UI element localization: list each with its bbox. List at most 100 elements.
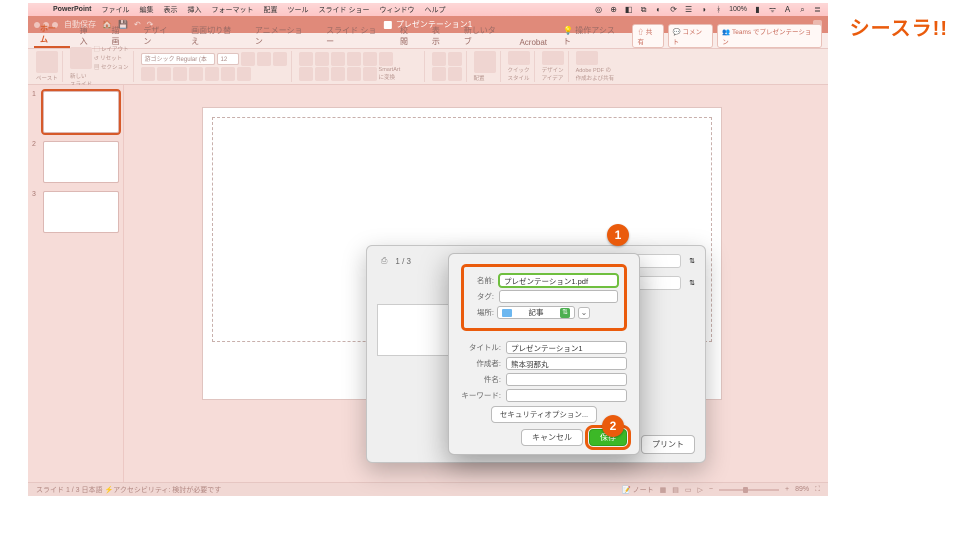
fit-icon[interactable]: ⛶ [815, 486, 820, 494]
layout-btn[interactable]: ▢ レイアウト [94, 45, 129, 53]
tab-transitions[interactable]: 画面切り替え [185, 23, 245, 48]
thumbnail-1[interactable] [43, 91, 119, 133]
adobe-label: Adobe PDF の 作成および共有 [576, 66, 615, 82]
menu-window[interactable]: ウィンドウ [379, 5, 414, 15]
location-label: 場所: [470, 307, 494, 318]
shape-icon[interactable] [432, 67, 446, 81]
indent-dec-icon[interactable] [331, 52, 345, 66]
menu-format[interactable]: フォーマット [212, 5, 254, 15]
home-icon[interactable]: 🏠 [102, 20, 112, 29]
preset-updown-icon[interactable]: ⇅ [689, 279, 695, 287]
menu-tools[interactable]: ツール [288, 5, 309, 15]
menu-arrange[interactable]: 配置 [264, 5, 278, 15]
ime-icon[interactable]: A [783, 5, 792, 14]
slide-canvas[interactable]: ⎙ 1 / 3 ...G30 series ⇅ ...NE ⇅ キャンセル プリ… [124, 85, 828, 482]
align-c-icon[interactable] [315, 67, 329, 81]
sheet-print-button[interactable]: プリント [641, 435, 695, 454]
redo-icon[interactable]: ↷ [147, 20, 154, 29]
align-r-icon[interactable] [331, 67, 345, 81]
section-btn[interactable]: ▤ セクション [94, 63, 129, 71]
font-color-icon[interactable] [237, 67, 251, 81]
save-icon[interactable]: 💾 [118, 20, 128, 29]
tab-slideshow[interactable]: スライド ショー [320, 23, 390, 48]
keywords-input[interactable] [506, 389, 627, 402]
share-button[interactable]: ⇧ 共有 [632, 24, 663, 48]
shadow-icon[interactable] [205, 67, 219, 81]
expand-button[interactable]: ⌄ [578, 307, 590, 319]
text-dir-icon[interactable] [379, 52, 393, 66]
thumbnail-2[interactable] [43, 141, 119, 183]
security-options-button[interactable]: セキュリティオプション... [491, 406, 597, 423]
shape-icon[interactable] [448, 67, 462, 81]
font-select[interactable]: 游ゴシック Regular (本文) [141, 53, 215, 65]
adobe-pdf-icon[interactable] [576, 51, 598, 65]
highlight-icon[interactable] [221, 67, 235, 81]
view-normal-icon[interactable]: ▦ [660, 486, 667, 494]
zoom-pct[interactable]: 89% [795, 486, 809, 493]
menu-file[interactable]: ファイル [102, 5, 130, 15]
menu-help[interactable]: ヘルプ [424, 5, 445, 15]
align-l-icon[interactable] [299, 67, 313, 81]
bold-icon[interactable] [141, 67, 155, 81]
clear-format-icon[interactable] [273, 52, 287, 66]
comments-button[interactable]: 💬 コメント [668, 24, 714, 48]
ribbon-tabs: ホーム 挿入 描画 デザイン 画面切り替え アニメーション スライド ショー 校… [28, 33, 828, 49]
new-slide-icon[interactable] [70, 47, 92, 69]
tab-animations[interactable]: アニメーション [249, 23, 316, 48]
autosave-toggle[interactable]: 自動保存 [64, 19, 96, 30]
italic-icon[interactable] [157, 67, 171, 81]
tag-input[interactable] [499, 290, 618, 303]
status-icon: ◑ [699, 5, 708, 14]
font-size[interactable]: 12 [217, 53, 239, 65]
arrange-icon[interactable] [474, 51, 496, 73]
shape-icon[interactable] [448, 52, 462, 66]
search-icon[interactable]: ⌕ [798, 5, 807, 14]
paste-icon[interactable] [36, 51, 58, 73]
menu-edit[interactable]: 編集 [140, 5, 154, 15]
view-reading-icon[interactable]: ▭ [685, 486, 692, 494]
menu-view[interactable]: 表示 [164, 5, 178, 15]
bullets-icon[interactable] [299, 52, 313, 66]
apple-icon[interactable] [34, 5, 43, 14]
menubar-app[interactable]: PowerPoint [53, 6, 92, 13]
location-select[interactable]: 記事⇅ [497, 306, 575, 319]
status-icon: ⟳ [669, 5, 678, 14]
status-icon: ◎ [594, 5, 603, 14]
teams-button[interactable]: 👥 Teams でプレゼンテーション [717, 24, 822, 48]
columns-icon[interactable] [363, 67, 377, 81]
cancel-button[interactable]: キャンセル [521, 429, 583, 446]
line-spacing-icon[interactable] [363, 52, 377, 66]
indent-inc-icon[interactable] [347, 52, 361, 66]
view-sorter-icon[interactable]: ▤ [672, 486, 679, 494]
filename-input[interactable]: プレゼンテーション1.pdf [499, 274, 618, 287]
underline-icon[interactable] [173, 67, 187, 81]
reset-btn[interactable]: ↺ リセット [94, 54, 129, 62]
thumbnail-3[interactable] [43, 191, 119, 233]
tab-acrobat[interactable]: Acrobat [513, 36, 553, 48]
bluetooth-icon[interactable]: ᚼ [714, 5, 723, 14]
subject-input[interactable] [506, 373, 627, 386]
dropbox-icon[interactable]: ⧉ [639, 5, 648, 14]
numbering-icon[interactable] [315, 52, 329, 66]
printer-updown-icon[interactable]: ⇅ [689, 257, 695, 265]
view-slideshow-icon[interactable]: ▷ [698, 486, 703, 494]
title-input[interactable]: プレゼンテーション1 [506, 341, 627, 354]
strike-icon[interactable] [189, 67, 203, 81]
wifi-icon[interactable]: ᯤ [768, 5, 777, 14]
inc-font-icon[interactable] [241, 52, 255, 66]
zoom-slider[interactable] [719, 489, 779, 491]
tell-me[interactable]: 💡 操作アシスト [557, 23, 628, 48]
quickstyle-icon[interactable] [508, 51, 530, 65]
shape-icon[interactable] [432, 52, 446, 66]
control-center-icon[interactable]: ≣ [813, 5, 822, 14]
menu-slideshow[interactable]: スライド ショー [319, 5, 370, 15]
undo-icon[interactable]: ↶ [134, 20, 141, 29]
notes-button[interactable]: 📝 ノート [622, 485, 654, 495]
tab-design[interactable]: デザイン [137, 23, 181, 48]
dec-font-icon[interactable] [257, 52, 271, 66]
align-j-icon[interactable] [347, 67, 361, 81]
smartart-btn[interactable]: SmartArt に変換 [379, 67, 401, 81]
design-ideas-icon[interactable] [542, 51, 564, 65]
author-input[interactable]: 熊本羽那丸 [506, 357, 627, 370]
menu-insert[interactable]: 挿入 [188, 5, 202, 15]
